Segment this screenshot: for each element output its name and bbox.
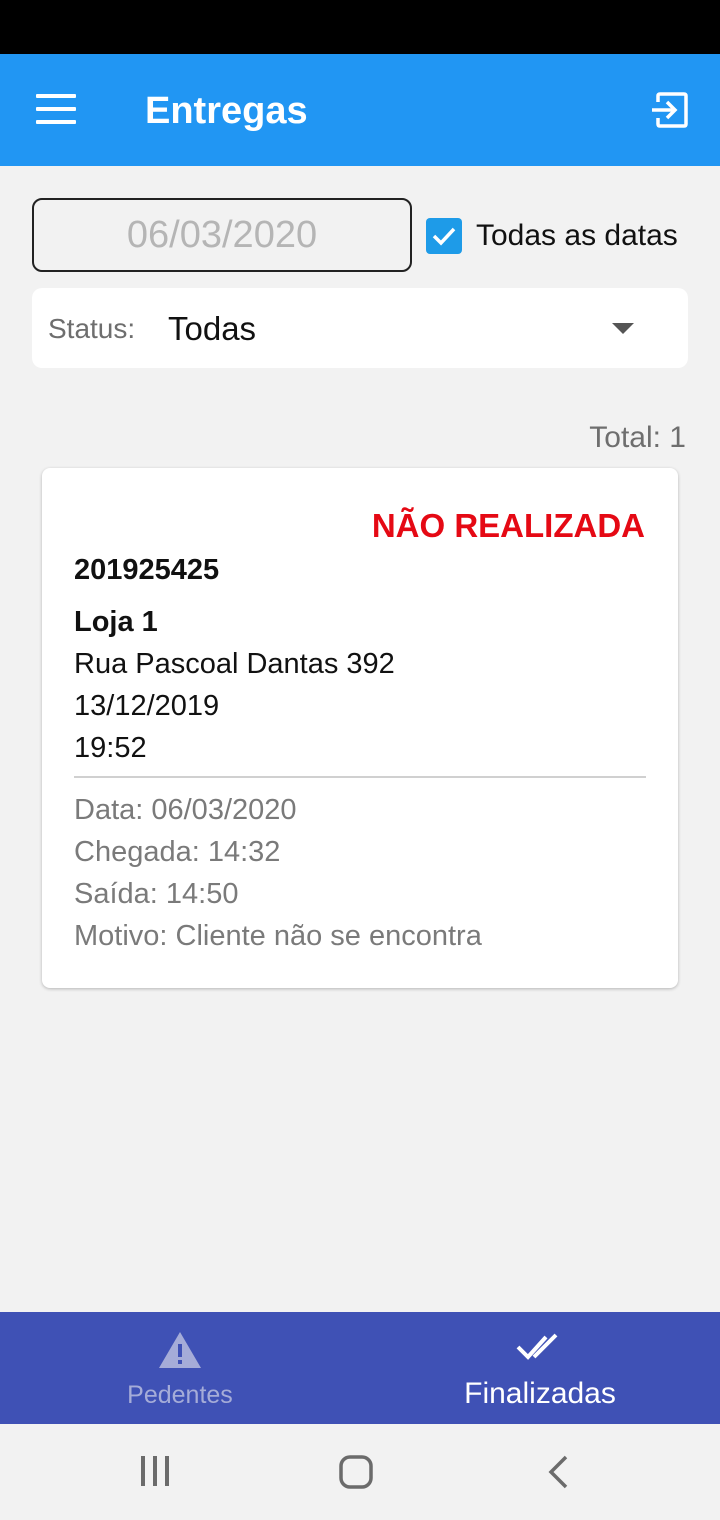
delivery-arrival: Chegada: 14:32 (74, 836, 281, 868)
tab-pedentes-label: Pedentes (127, 1381, 233, 1409)
delivery-address: Rua Pascoal Dantas 392 (74, 648, 395, 680)
delivery-reason: Motivo: Cliente não se encontra (74, 920, 482, 952)
status-label: Status: (48, 313, 136, 344)
bottom-navigation: Pedentes Finalizadas (0, 1312, 720, 1424)
tab-finalizadas-label: Finalizadas (464, 1377, 616, 1410)
total-count: Total: 1 (589, 421, 686, 454)
date-input[interactable]: 06/03/2020 (32, 198, 412, 272)
logout-icon[interactable] (650, 90, 690, 130)
status-value: Todas (168, 310, 257, 347)
delivery-time: 19:52 (74, 732, 147, 764)
delivery-info-date: Data: 06/03/2020 (74, 794, 297, 826)
delivery-card[interactable]: NÃO REALIZADA 201925425 Loja 1 Rua Pasco… (42, 468, 678, 988)
status-bar (0, 0, 720, 54)
delivery-status-badge: NÃO REALIZADA (371, 507, 645, 544)
home-icon[interactable] (338, 1454, 374, 1495)
card-divider (74, 776, 646, 778)
dropdown-arrow-icon (612, 323, 634, 334)
back-icon[interactable] (544, 1454, 572, 1495)
delivery-departure: Saída: 14:50 (74, 878, 239, 910)
warning-icon (159, 1332, 201, 1368)
checkmark-icon (432, 227, 456, 246)
hamburger-menu-icon[interactable] (36, 94, 76, 124)
tab-finalizadas[interactable]: Finalizadas (360, 1312, 720, 1424)
system-navigation-bar (0, 1424, 720, 1520)
page-title: Entregas (145, 90, 308, 132)
delivery-date: 13/12/2019 (74, 690, 220, 722)
tab-pedentes[interactable]: Pedentes (0, 1312, 360, 1424)
status-select[interactable]: Status: Todas (32, 288, 688, 368)
double-check-icon (516, 1333, 558, 1360)
all-dates-checkbox[interactable] (426, 218, 462, 254)
delivery-id: 201925425 (74, 554, 220, 586)
all-dates-label[interactable]: Todas as datas (476, 218, 678, 254)
recent-apps-icon[interactable] (139, 1454, 171, 1493)
app-bar: Entregas (0, 54, 720, 166)
delivery-store: Loja 1 (74, 606, 158, 638)
